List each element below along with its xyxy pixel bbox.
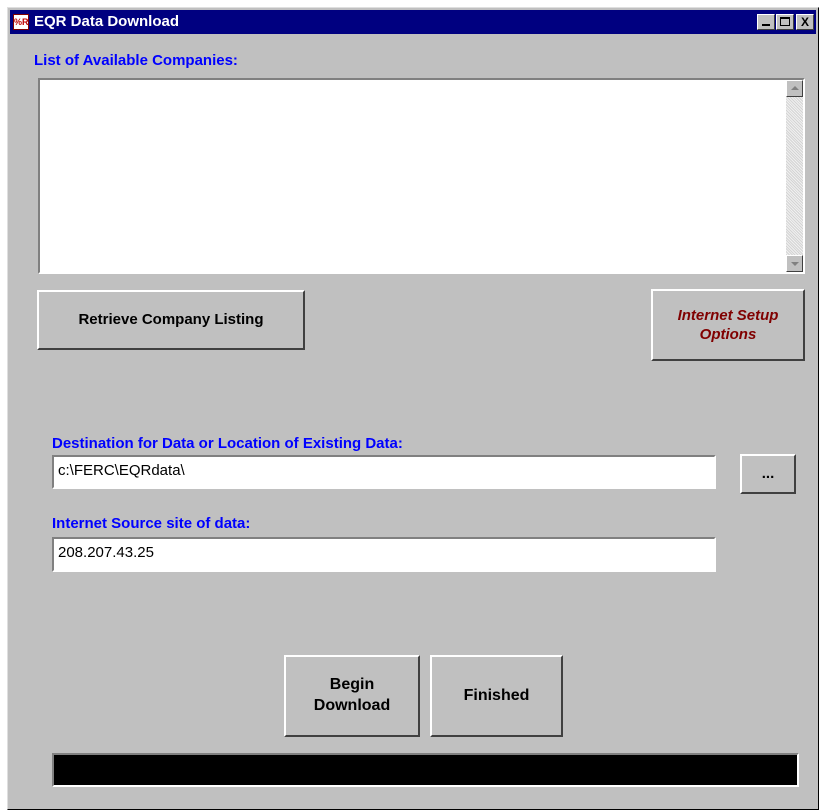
close-button[interactable]: X (796, 14, 814, 30)
progress-bar (52, 753, 799, 787)
close-icon: X (800, 15, 809, 29)
minimize-icon (762, 24, 770, 26)
companies-label: List of Available Companies: (34, 52, 238, 69)
destination-label: Destination for Data or Location of Exis… (52, 435, 403, 452)
maximize-icon (780, 17, 790, 26)
scroll-up-icon (791, 86, 799, 90)
window-title: EQR Data Download (34, 13, 180, 30)
retrieve-company-listing-button[interactable]: Retrieve Company Listing (37, 290, 305, 350)
app-icon[interactable]: %R (13, 14, 29, 30)
scroll-down-icon (791, 262, 799, 266)
eqr-download-window: %R EQR Data Download X List of Available… (7, 7, 819, 810)
scroll-up-button[interactable] (786, 80, 803, 97)
source-label: Internet Source site of data: (52, 515, 251, 532)
browse-button[interactable]: ... (740, 454, 796, 494)
destination-field[interactable]: c:\FERC\EQRdata\ (52, 455, 716, 489)
maximize-button[interactable] (776, 14, 794, 30)
scroll-down-button[interactable] (786, 255, 803, 272)
companies-listbox[interactable] (38, 78, 805, 274)
finished-button[interactable]: Finished (430, 655, 563, 737)
title-bar[interactable]: %R EQR Data Download X (10, 10, 816, 34)
begin-download-button[interactable]: Begin Download (284, 655, 420, 737)
companies-scrollbar[interactable] (786, 80, 803, 272)
internet-setup-options-button[interactable]: Internet Setup Options (651, 289, 805, 361)
source-field[interactable]: 208.207.43.25 (52, 537, 716, 572)
minimize-button[interactable] (757, 14, 775, 30)
